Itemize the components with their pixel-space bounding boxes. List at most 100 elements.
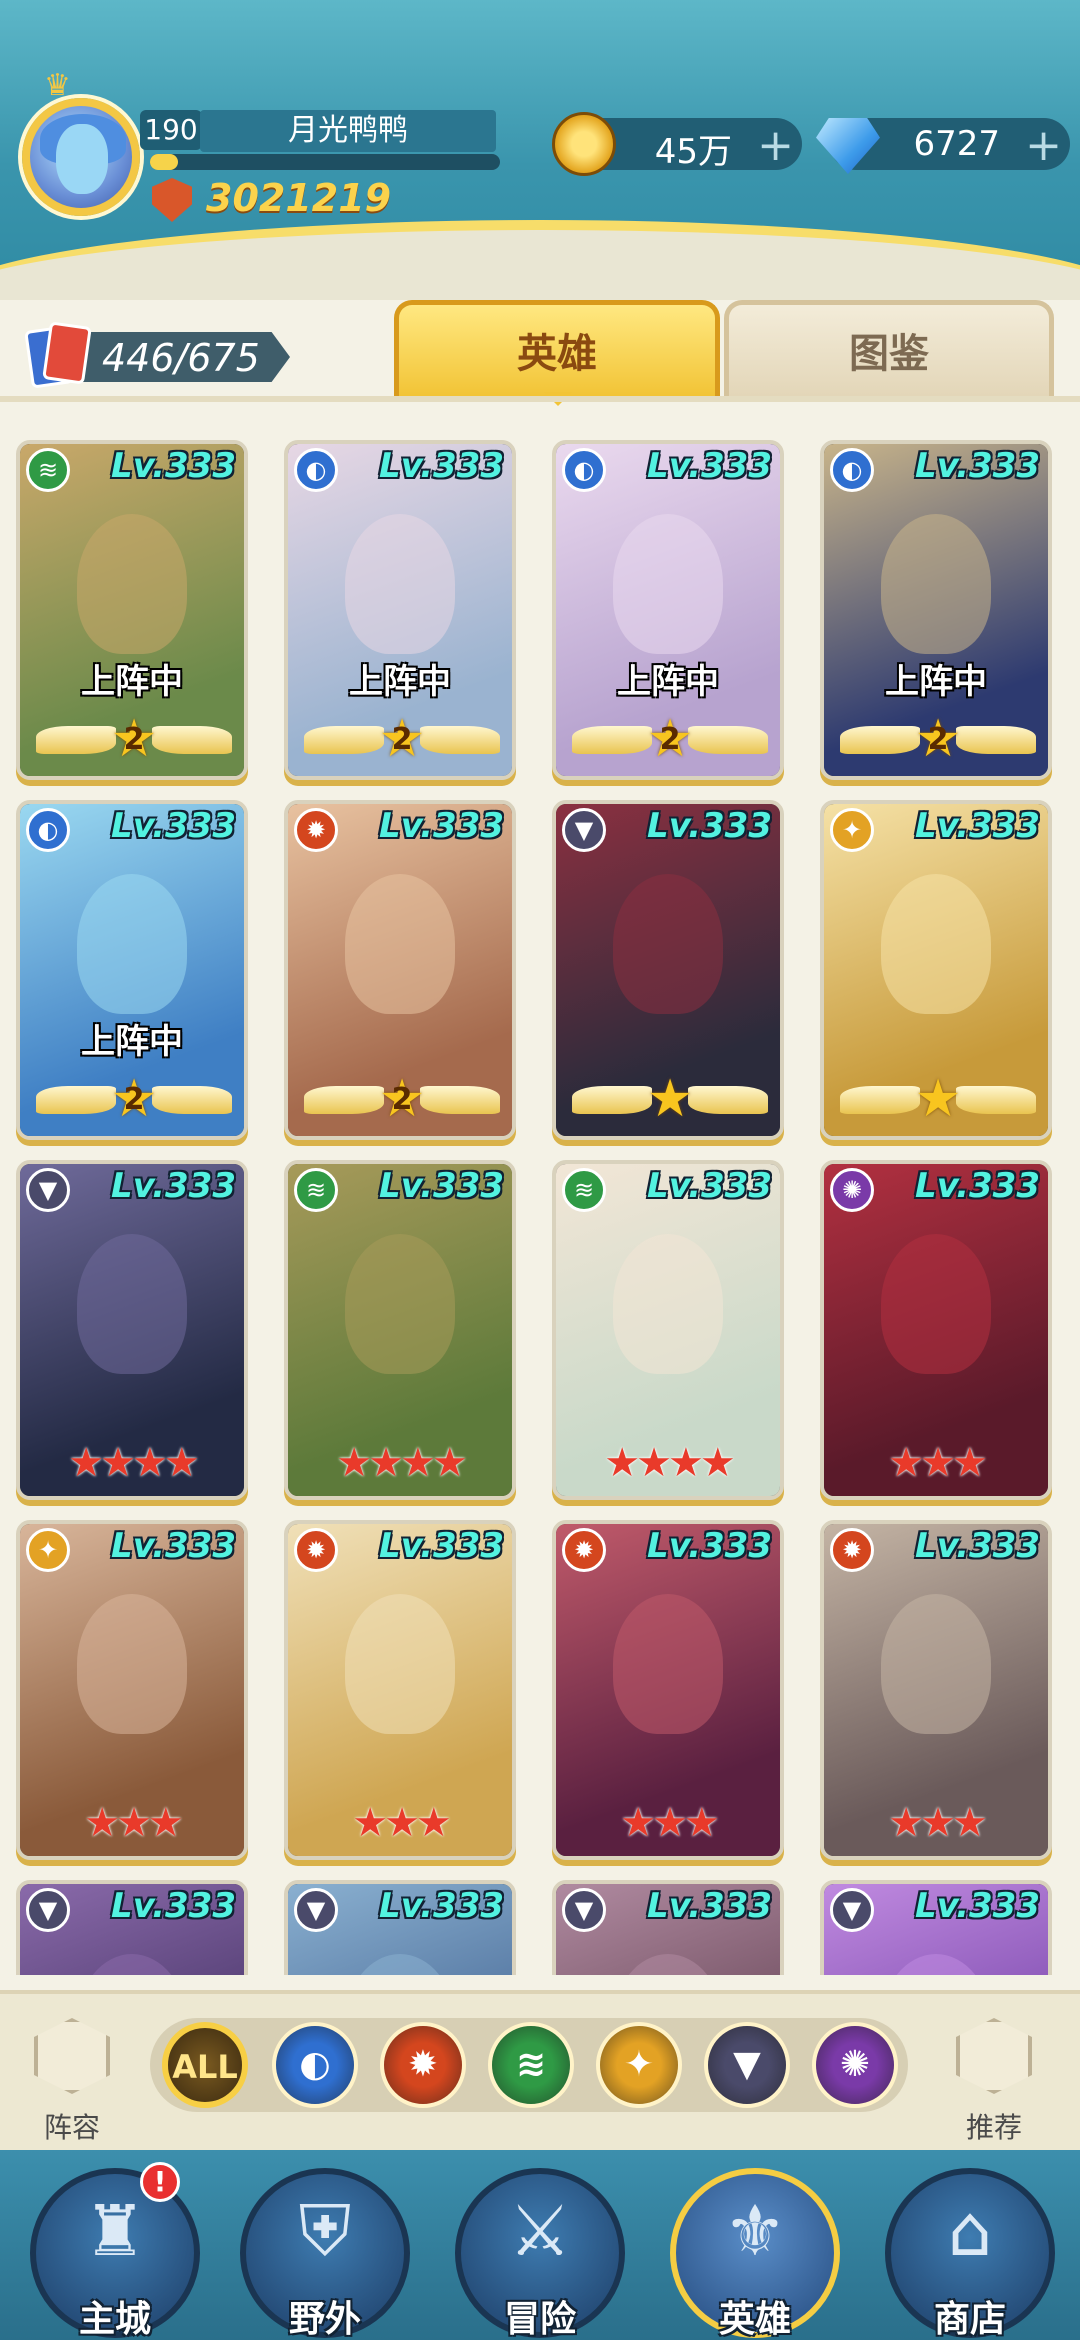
collection-count: 446/675 [102, 336, 260, 380]
hero-level: Lv.333 [647, 1886, 772, 1926]
filter-all-button[interactable]: ALL [162, 2022, 248, 2108]
tab-codex[interactable]: 图鉴 [724, 300, 1054, 396]
filter-shadow-button[interactable]: ▼ [704, 2022, 790, 2108]
right-wing-icon [688, 1086, 768, 1114]
star-rating: ★★★★ [604, 1440, 735, 1486]
right-wing-icon [420, 1086, 500, 1114]
hero-level: Lv.333 [915, 1166, 1040, 1206]
winged-star-rank: ★ [572, 1073, 768, 1126]
right-wing-icon [956, 726, 1036, 754]
hero-card[interactable]: ▼ Lv.333 ★ [552, 800, 784, 1140]
shadow-element-icon: ▼ [830, 1888, 874, 1932]
winged-star-rank: ★ [840, 1073, 1036, 1126]
right-wing-icon [688, 726, 768, 754]
add-gold-button[interactable]: + [757, 120, 794, 171]
left-wing-icon [572, 726, 652, 754]
rank-number: 2 [123, 1082, 145, 1117]
water-element-icon: ◐ [562, 448, 606, 492]
hero-card[interactable]: ▼ Lv.333 [284, 1880, 516, 1975]
hero-grid: ≋ Lv.333 上阵中 ★ 2 ◐ Lv.333 上阵中 ★ 2 ◐ Lv.333 上阵中 ★ 2 ◐ Lv.… [0, 440, 1080, 1975]
recommend-button[interactable] [956, 2018, 1032, 2094]
hero-figure [881, 1594, 991, 1734]
winged-star-rank: ★ 2 [36, 713, 232, 766]
exp-bar [150, 154, 500, 170]
filter-water-button[interactable]: ◐ [272, 2022, 358, 2108]
notification-badge: ! [140, 2162, 180, 2202]
hero-card[interactable]: ✹ Lv.333 ★★★ [552, 1520, 784, 1860]
nav-icon: ⌂ [947, 2190, 993, 2272]
lineup-button[interactable] [34, 2018, 110, 2094]
hero-figure [77, 514, 187, 654]
filter-light-button[interactable]: ✦ [596, 2022, 682, 2108]
left-wing-icon [840, 1086, 920, 1114]
star-rating: ★★★★ [336, 1440, 467, 1486]
star-rating: ★★★★ [68, 1440, 199, 1486]
rank-number: 2 [391, 722, 413, 757]
rank-number: 2 [927, 722, 949, 757]
hero-card[interactable]: ◐ Lv.333 上阵中 ★ 2 [552, 440, 784, 780]
hero-card[interactable]: ✹ Lv.333 ★★★ [820, 1520, 1052, 1860]
hero-card[interactable]: ≋ Lv.333 上阵中 ★ 2 [16, 440, 248, 780]
right-wing-icon [152, 726, 232, 754]
hero-card[interactable]: ✦ Lv.333 ★★★ [16, 1520, 248, 1860]
avatar-face [56, 124, 108, 194]
hero-card[interactable]: ▼ Lv.333 [820, 1880, 1052, 1975]
add-gem-button[interactable]: + [1025, 120, 1062, 171]
shadow-element-icon: ▼ [562, 1888, 606, 1932]
lineup-icon [34, 2018, 110, 2094]
hero-figure [613, 514, 723, 654]
hero-level: Lv.333 [647, 806, 772, 846]
fire-element-icon: ✹ [562, 1528, 606, 1572]
filter-wind-button[interactable]: ≋ [488, 2022, 574, 2108]
nav-icon: ♜ [83, 2190, 147, 2272]
hero-card[interactable]: ▼ Lv.333 [16, 1880, 248, 1975]
left-wing-icon [304, 726, 384, 754]
nav-label: 英雄 [718, 2299, 791, 2340]
hero-figure [613, 1594, 723, 1734]
water-element-icon: ◐ [830, 448, 874, 492]
fire-element-icon: ✹ [294, 808, 338, 852]
star-rating: ★★★ [888, 1800, 988, 1846]
fire-element-icon: ✹ [294, 1528, 338, 1572]
hero-figure [345, 874, 455, 1014]
hero-level: Lv.333 [379, 1166, 504, 1206]
hero-card[interactable]: ◐ Lv.333 上阵中 ★ 2 [16, 800, 248, 1140]
nav-label: 冒险 [503, 2299, 576, 2340]
shadow-element-icon: ▼ [26, 1888, 70, 1932]
hero-level: Lv.333 [111, 1166, 236, 1206]
hero-figure [77, 874, 187, 1014]
hero-level: Lv.333 [915, 1526, 1040, 1566]
hero-card[interactable]: ✹ Lv.333 ★ 2 [284, 800, 516, 1140]
left-wing-icon [36, 1086, 116, 1114]
deployed-label: 上阵中 [81, 1022, 183, 1062]
hero-level: Lv.333 [111, 1886, 236, 1926]
hero-card[interactable]: ✦ Lv.333 ★ [820, 800, 1052, 1140]
filter-void-button[interactable]: ✺ [812, 2022, 898, 2108]
right-wing-icon [956, 1086, 1036, 1114]
player-level: 190 [140, 110, 202, 150]
left-wing-icon [840, 726, 920, 754]
hero-level: Lv.333 [379, 806, 504, 846]
player-avatar[interactable] [22, 98, 140, 216]
hero-card[interactable]: ▼ Lv.333 [552, 1880, 784, 1975]
water-element-icon: ◐ [294, 448, 338, 492]
hero-figure [881, 514, 991, 654]
hero-figure [881, 1234, 991, 1374]
hero-card[interactable]: ◐ Lv.333 上阵中 ★ 2 [284, 440, 516, 780]
nav-icon: ⚔ [508, 2190, 572, 2272]
hero-card[interactable]: ◐ Lv.333 上阵中 ★ 2 [820, 440, 1052, 780]
water-element-icon: ◐ [26, 808, 70, 852]
tab-heroes[interactable]: 英雄 [394, 300, 720, 396]
wind-element-icon: ≋ [562, 1168, 606, 1212]
hero-cards-icon [24, 321, 92, 390]
hero-figure [345, 1234, 455, 1374]
filter-fire-button[interactable]: ✹ [380, 2022, 466, 2108]
hero-card[interactable]: ✹ Lv.333 ★★★ [284, 1520, 516, 1860]
winged-star-rank: ★ 2 [36, 1073, 232, 1126]
hero-card[interactable]: ✺ Lv.333 ★★★ [820, 1160, 1052, 1500]
right-wing-icon [152, 1086, 232, 1114]
star-rating: ★★★ [352, 1800, 452, 1846]
hero-card[interactable]: ≋ Lv.333 ★★★★ [552, 1160, 784, 1500]
hero-card[interactable]: ▼ Lv.333 ★★★★ [16, 1160, 248, 1500]
hero-card[interactable]: ≋ Lv.333 ★★★★ [284, 1160, 516, 1500]
